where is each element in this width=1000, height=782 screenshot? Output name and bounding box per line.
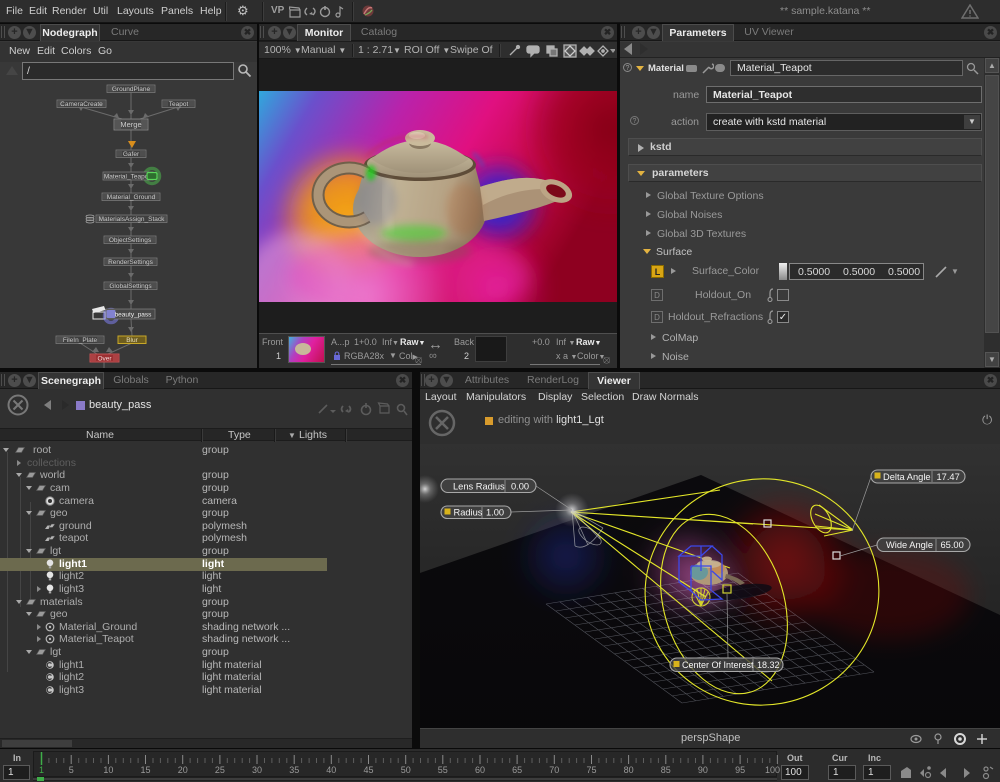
svg-text:25: 25 (215, 765, 225, 775)
svg-text:beauty_pass: beauty_pass (115, 312, 153, 319)
svg-text:ObjectSettings: ObjectSettings (109, 237, 152, 244)
svg-text:50: 50 (401, 765, 411, 775)
svg-text:Delta Angle: Delta Angle (883, 472, 931, 482)
svg-text:0.00: 0.00 (511, 481, 529, 491)
svg-text:30: 30 (252, 765, 262, 775)
svg-text:Blur: Blur (126, 337, 138, 344)
svg-text:Merge: Merge (120, 120, 141, 129)
svg-text:90: 90 (698, 765, 708, 775)
svg-text:Over: Over (97, 356, 112, 363)
svg-text:CameraCreate: CameraCreate (60, 101, 103, 108)
svg-text:95: 95 (735, 765, 745, 775)
svg-text:FileIn_Plate: FileIn_Plate (63, 337, 98, 344)
svg-text:Lens Radius: Lens Radius (453, 481, 505, 491)
svg-text:20: 20 (178, 765, 188, 775)
svg-text:40: 40 (326, 765, 336, 775)
svg-text:18.32: 18.32 (757, 660, 780, 670)
svg-text:70: 70 (549, 765, 559, 775)
svg-text:55: 55 (438, 765, 448, 775)
svg-text:Material_Teapot: Material_Teapot (104, 174, 150, 181)
svg-text:Radius: Radius (454, 508, 483, 518)
svg-text:GroundPlane: GroundPlane (112, 86, 151, 93)
svg-text:Center Of Interest: Center Of Interest (682, 660, 754, 670)
svg-text:GlobalSettings: GlobalSettings (109, 283, 152, 290)
svg-text:1.00: 1.00 (486, 508, 504, 518)
svg-text:45: 45 (363, 765, 373, 775)
svg-text:65.00: 65.00 (941, 540, 964, 550)
svg-text:35: 35 (289, 765, 299, 775)
svg-text:10: 10 (103, 765, 113, 775)
svg-text:100: 100 (765, 765, 780, 775)
svg-text:MaterialsAssign_Stack: MaterialsAssign_Stack (99, 216, 165, 223)
svg-text:Gafer: Gafer (123, 151, 140, 158)
svg-text:1: 1 (39, 765, 44, 775)
svg-text:Material_Ground: Material_Ground (107, 194, 156, 201)
svg-text:75: 75 (586, 765, 596, 775)
svg-text:17.47: 17.47 (937, 472, 960, 482)
svg-text:60: 60 (475, 765, 485, 775)
svg-text:RenderSettings: RenderSettings (108, 259, 154, 266)
svg-text:Wide Angle: Wide Angle (886, 540, 933, 550)
svg-text:15: 15 (140, 765, 150, 775)
svg-text:Teapot: Teapot (169, 101, 189, 108)
svg-text:85: 85 (661, 765, 671, 775)
svg-text:65: 65 (512, 765, 522, 775)
svg-text:80: 80 (624, 765, 634, 775)
svg-text:5: 5 (69, 765, 74, 775)
